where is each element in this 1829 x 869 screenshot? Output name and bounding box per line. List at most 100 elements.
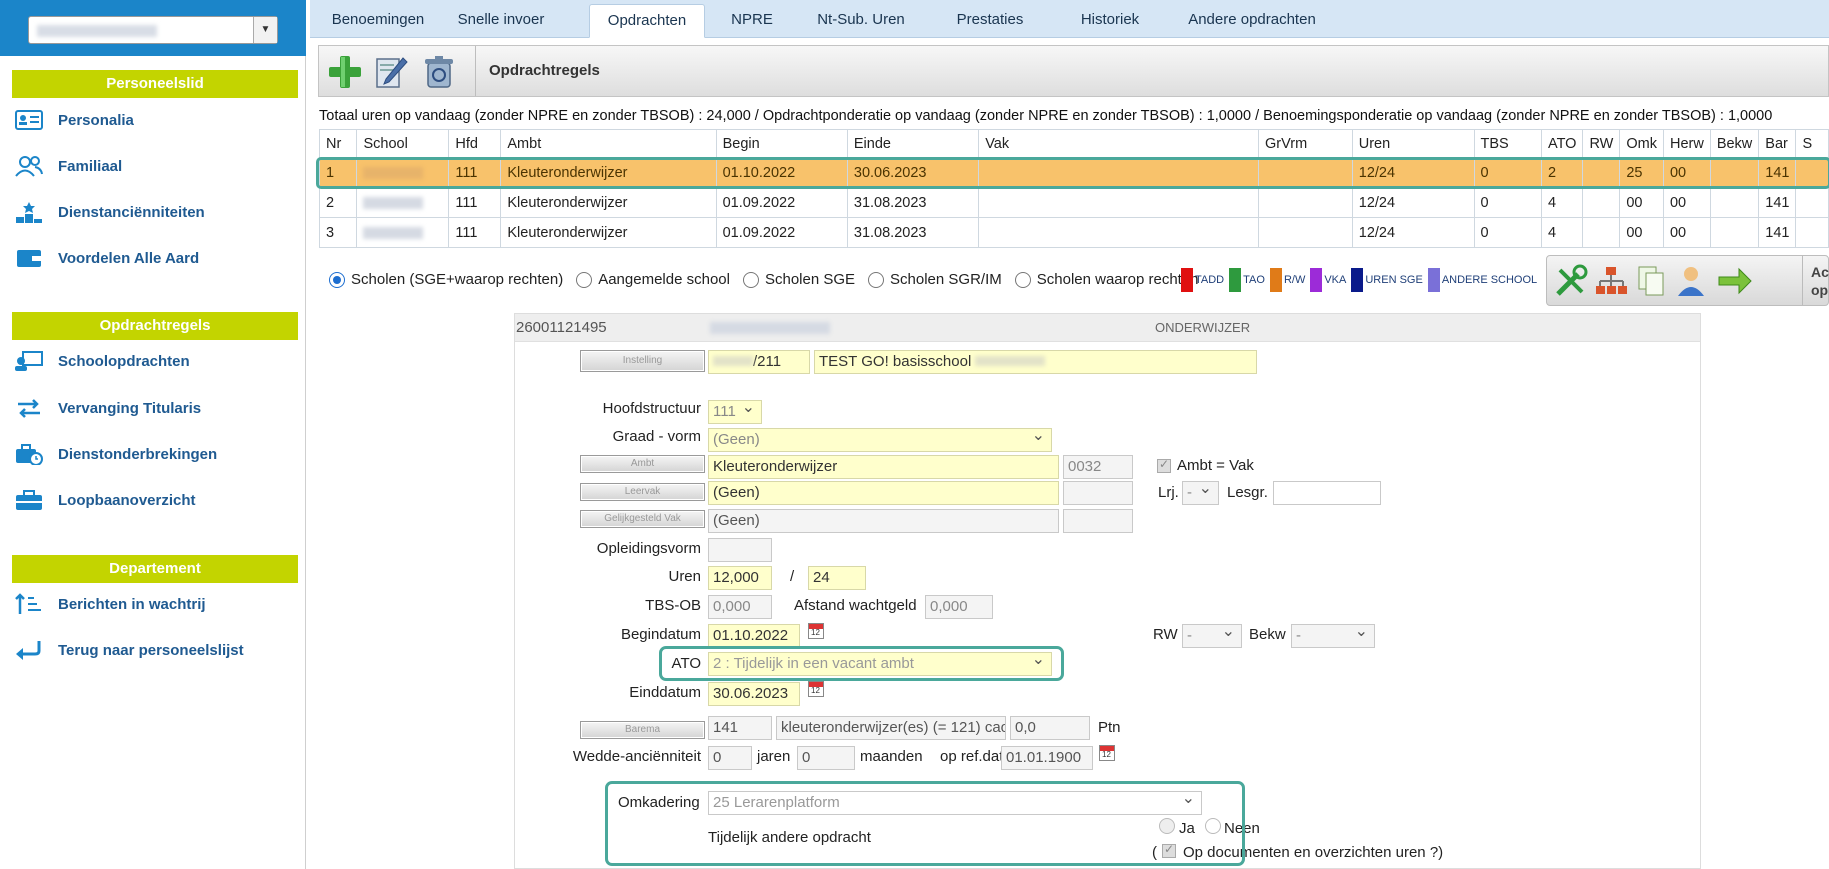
tab-npre[interactable]: NPRE [722, 4, 782, 38]
neen-radio[interactable] [1205, 818, 1221, 834]
sidebar-item-schoolopdrachten[interactable]: Schoolopdrachten [14, 346, 190, 376]
tab-andere-opdrachten[interactable]: Andere opdrachten [1172, 4, 1332, 38]
einddatum-field[interactable]: 30.06.2023 [708, 682, 800, 706]
add-button[interactable] [325, 52, 365, 92]
cell: 30.06.2023 [846, 157, 980, 188]
table-row[interactable]: 3 111 Kleuteronderwijzer 01.09.2022 31.0… [318, 217, 1829, 248]
col-header[interactable]: Hfd [448, 129, 502, 158]
sidebar-item-terug[interactable]: Terug naar personeelslijst [14, 635, 244, 665]
lrj-select[interactable]: - [1182, 481, 1219, 505]
col-header[interactable]: GrVrm [1258, 129, 1353, 158]
arrow-right-icon [1718, 267, 1752, 295]
calendar-icon[interactable] [808, 623, 824, 639]
trash-icon [425, 56, 453, 88]
leervak-button[interactable]: Leervak [580, 483, 705, 501]
tab-snelle-invoer[interactable]: Snelle invoer [445, 4, 557, 38]
uren-separator: / [790, 568, 795, 585]
jaren-label: jaren [757, 748, 791, 765]
leervak-field[interactable]: (Geen) [708, 481, 1059, 505]
rw-select[interactable]: - [1182, 624, 1242, 648]
dropdown-arrow-icon[interactable]: ▼ [253, 17, 277, 43]
sidebar-item-dienstonderbrekingen[interactable]: Dienstonderbrekingen [14, 439, 217, 469]
uren-field[interactable]: 12,000 [708, 566, 772, 590]
uren-total-field[interactable]: 24 [808, 566, 866, 590]
instelling-button[interactable]: Instelling [580, 350, 705, 372]
cell: 31.08.2023 [846, 187, 980, 218]
edit-button[interactable] [371, 52, 411, 92]
sidebar-item-voordelen[interactable]: Voordelen Alle Aard [14, 243, 199, 273]
radio-scholen-waarop-rechten[interactable]: Scholen waarop rechten [1014, 271, 1199, 288]
staff-member-select[interactable]: ▼ [28, 16, 278, 44]
sidebar-item-berichten[interactable]: Berichten in wachtrij [14, 589, 206, 619]
begindatum-field[interactable]: 01.10.2022 [708, 624, 800, 648]
sidebar-item-personalia[interactable]: Personalia [14, 105, 134, 135]
ja-radio[interactable] [1159, 818, 1175, 834]
radio-scholen-sge-rechten[interactable]: Scholen (SGE+waarop rechten) [329, 271, 563, 288]
barema-button[interactable]: Barema [580, 721, 705, 739]
ambt-field[interactable]: Kleuteronderwijzer [708, 455, 1059, 479]
lesgr-field[interactable] [1273, 481, 1381, 505]
col-header[interactable]: Vak [978, 129, 1260, 158]
radio-aangemelde-school[interactable]: Aangemelde school [576, 271, 730, 288]
gelijkgesteld-vak-button[interactable]: Gelijkgesteld Vak [580, 510, 705, 528]
op-documenten-checkbox[interactable] [1162, 842, 1176, 858]
bekw-select[interactable]: - [1291, 624, 1375, 648]
col-header[interactable]: School [356, 129, 450, 158]
legend-swatch [1269, 268, 1282, 292]
col-header[interactable]: Bekw [1709, 129, 1760, 158]
tab-historiek[interactable]: Historiek [1060, 4, 1160, 38]
docs-paren: ( [1152, 844, 1157, 861]
sidebar-item-dienstancienniteiten[interactable]: Dienstanciënniteiten [14, 197, 205, 227]
op-documenten-label: Op documenten en overzichten uren ?) [1183, 844, 1444, 861]
col-header[interactable]: RW [1582, 129, 1621, 158]
ambt-button[interactable]: Ambt [580, 455, 705, 473]
hoofdstructuur-select[interactable]: 111 [708, 400, 762, 424]
calendar-icon[interactable] [1099, 745, 1115, 761]
table-row[interactable]: 1 111 Kleuteronderwijzer 01.10.2022 30.0… [318, 157, 1829, 188]
cell: 01.09.2022 [715, 187, 848, 218]
col-header[interactable]: Omk [1619, 129, 1664, 158]
ato-select[interactable]: 2 : Tijdelijk in een vacant ambt [708, 652, 1052, 676]
col-header[interactable]: Uren [1351, 129, 1475, 158]
next-arrow-button[interactable] [1717, 264, 1753, 298]
instelling-name-field[interactable]: TEST GO! basisschool [814, 350, 1257, 374]
podium-icon [14, 200, 44, 224]
col-header[interactable]: Einde [846, 129, 980, 158]
sidebar-item-familiaal[interactable]: Familiaal [14, 151, 122, 181]
user-button[interactable] [1673, 264, 1709, 298]
col-header[interactable]: Ambt [500, 129, 717, 158]
sidebar-item-vervanging[interactable]: Vervanging Titularis [14, 393, 201, 423]
col-header[interactable]: S [1795, 129, 1829, 158]
ambt-vak-checkbox[interactable] [1157, 457, 1171, 473]
legend-label: TAO [1243, 274, 1265, 286]
tab-nt-sub-uren[interactable]: Nt-Sub. Uren [805, 4, 917, 38]
staff-number: 26001121495 [516, 319, 607, 336]
instelling-code-field[interactable]: /211 [708, 350, 810, 374]
cell-school-redacted [356, 157, 450, 188]
col-header[interactable]: ATO [1540, 129, 1584, 158]
col-header[interactable]: Herw [1662, 129, 1711, 158]
omkadering-select[interactable]: 25 Lerarenplatform [708, 791, 1202, 815]
delete-button[interactable] [419, 52, 459, 92]
sidebar-item-loopbaanoverzicht[interactable]: Loopbaanoverzicht [14, 485, 196, 515]
cell [1258, 187, 1353, 218]
calendar-icon[interactable] [808, 681, 824, 697]
tbs-ob-field: 0,000 [708, 595, 772, 619]
radio-scholen-sgr-im[interactable]: Scholen SGR/IM [868, 271, 1002, 288]
teacher-board-icon [14, 349, 44, 373]
tools-button[interactable] [1553, 264, 1589, 298]
briefcase-clock-icon [14, 442, 44, 466]
radio-scholen-sge[interactable]: Scholen SGE [742, 271, 855, 288]
col-header[interactable]: Begin [715, 129, 848, 158]
tab-opdrachten[interactable]: Opdrachten [589, 4, 705, 38]
graad-select[interactable]: (Geen) [708, 428, 1052, 452]
copy-button[interactable] [1633, 264, 1669, 298]
table-row[interactable]: 2 111 Kleuteronderwijzer 01.09.2022 31.0… [318, 187, 1829, 218]
hierarchy-button[interactable] [1593, 264, 1629, 298]
col-header[interactable]: TBS [1473, 129, 1542, 158]
col-header[interactable]: Bar [1758, 129, 1797, 158]
tab-prestaties[interactable]: Prestaties [935, 4, 1045, 38]
col-header[interactable]: Nr [318, 129, 358, 158]
tab-benoemingen[interactable]: Benoemingen [322, 4, 434, 38]
wallet-icon [14, 246, 44, 270]
